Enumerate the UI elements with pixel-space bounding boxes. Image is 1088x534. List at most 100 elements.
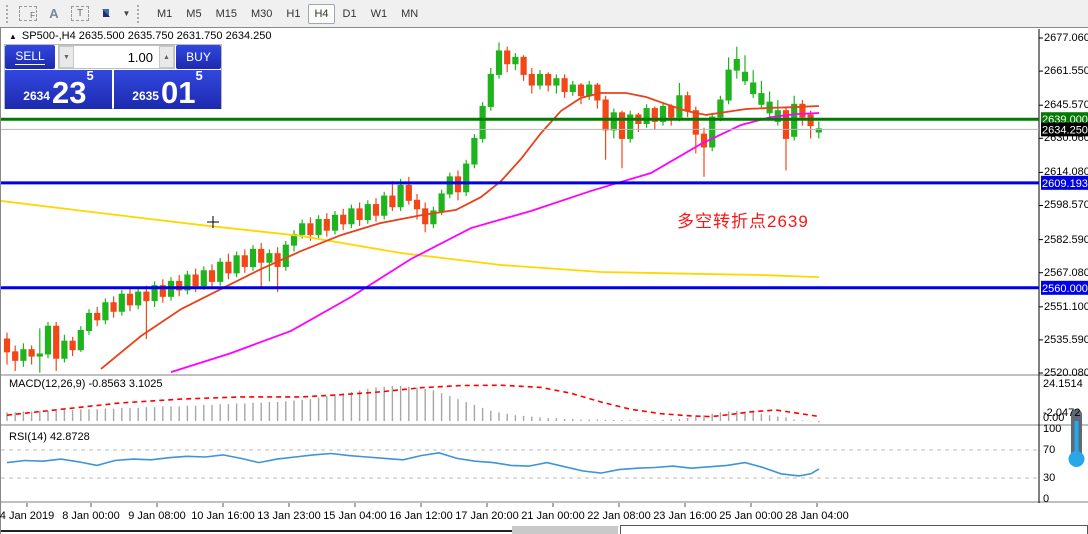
price-axis-label: 2551.100: [1044, 301, 1088, 313]
candle-body: [86, 313, 91, 330]
buy-price-big: 01: [161, 80, 195, 106]
rsi-axis-label: 30: [1043, 472, 1055, 484]
candle-body: [685, 96, 690, 111]
candle-body: [701, 134, 706, 147]
candle-body: [529, 74, 534, 85]
volume-input[interactable]: 1.00: [74, 46, 159, 68]
candle-body: [29, 350, 34, 356]
candle-body: [13, 352, 18, 361]
hscroll-thumb[interactable]: [512, 526, 618, 534]
candle-body: [759, 94, 764, 105]
price-axis-label: 2582.590: [1044, 234, 1088, 246]
chart-title-row: ▲ SP500-,H4 2635.500 2635.750 2631.750 2…: [9, 30, 271, 42]
candle-body: [619, 113, 624, 139]
macd-indicator-label: MACD(12,26,9) -0.8563 3.1025: [9, 378, 162, 390]
candle-body: [464, 164, 469, 192]
candle-body: [751, 83, 756, 94]
buy-button-label: BUY: [186, 50, 211, 64]
candle-body: [226, 262, 231, 273]
time-axis-label: 22 Jan 08:00: [587, 510, 651, 522]
candle-body: [513, 57, 518, 63]
candle-body: [308, 224, 313, 235]
candle-body: [414, 200, 419, 209]
mt4-trading-terminal: F A T ▼ M1M5M15M30H1H4D1W1MN 2639.000263…: [0, 0, 1088, 534]
candle-body: [54, 326, 59, 358]
price-axis-label: 2630.060: [1044, 132, 1088, 144]
candle-body: [406, 185, 411, 200]
chart-title: SP500-,H4 2635.500 2635.750 2631.750 263…: [22, 30, 272, 42]
sell-price-pip: 5: [86, 68, 93, 83]
candle-body: [373, 205, 378, 216]
sell-price-big: 23: [52, 80, 86, 106]
volume-decrease-button[interactable]: ▼: [59, 46, 74, 68]
ma-magenta-long: [171, 113, 819, 372]
candle-body: [423, 209, 428, 224]
candle-body: [127, 294, 132, 305]
time-axis-label: 23 Jan 16:00: [653, 510, 717, 522]
sell-button[interactable]: SELL: [5, 45, 55, 69]
candle-body: [677, 96, 682, 117]
buy-price-prefix: 2635: [132, 89, 159, 103]
candle-body: [21, 350, 26, 361]
candle-body: [111, 303, 116, 312]
candle-body: [554, 79, 559, 85]
candle-body: [726, 70, 731, 100]
time-axis-label: 13 Jan 23:00: [257, 510, 321, 522]
trade-panel-top-row: SELL ▼ 1.00 ▲ BUY: [5, 45, 221, 69]
buy-button[interactable]: BUY: [176, 45, 221, 69]
volume-increase-button[interactable]: ▲: [159, 46, 174, 68]
candle-body: [644, 109, 649, 124]
candle-body: [209, 271, 214, 282]
price-axis-label: 2645.570: [1044, 99, 1088, 111]
time-axis-label: 16 Jan 12:00: [389, 510, 453, 522]
candle-body: [390, 196, 395, 207]
price-axis-label: 2677.060: [1044, 32, 1088, 44]
buy-price-pip: 5: [195, 68, 202, 83]
candle-body: [267, 254, 272, 263]
buy-quote-button[interactable]: 2635 01 5: [114, 70, 221, 109]
price-axis-label: 2614.080: [1044, 166, 1088, 178]
candle-body: [505, 51, 510, 64]
candle-body: [365, 205, 370, 220]
panel-collapse-toggle[interactable]: ▲: [9, 32, 17, 41]
price-axis-label: 2535.590: [1044, 334, 1088, 346]
macd-axis-label: 24.1514: [1043, 378, 1083, 390]
candle-body: [332, 215, 337, 230]
candle-body: [349, 209, 354, 224]
candle-body: [488, 74, 493, 106]
sell-quote-button[interactable]: 2634 23 5: [5, 70, 112, 109]
hscroll-shift-area[interactable]: [620, 525, 1088, 534]
candle-body: [119, 294, 124, 311]
one-click-trade-panel: SELL ▼ 1.00 ▲ BUY 2634 23 5 2635: [4, 44, 222, 109]
price-axis-label: 2567.080: [1044, 267, 1088, 279]
time-axis-label: 28 Jan 04:00: [785, 510, 849, 522]
candle-body: [218, 262, 223, 281]
thermometer-bulb: [1069, 451, 1085, 467]
candle-body: [283, 245, 288, 266]
candle-body: [70, 341, 75, 350]
candle-body: [398, 185, 403, 206]
time-axis-label: 8 Jan 00:00: [62, 510, 120, 522]
candle-body: [521, 57, 526, 74]
price-axis-label: 2598.570: [1044, 199, 1088, 211]
chart-window: 2639.0002634.2502609.1932560.000 ▲ SP500…: [0, 27, 1088, 534]
candle-body: [546, 74, 551, 85]
trade-panel-quote-row: 2634 23 5 2635 01 5: [5, 70, 221, 109]
candle-body: [201, 271, 206, 286]
time-axis-label: 25 Jan 00:00: [719, 510, 783, 522]
candle-body: [734, 59, 739, 70]
candle-body: [603, 100, 608, 130]
candle-body: [669, 106, 674, 117]
rsi-indicator-label: RSI(14) 42.8728: [9, 431, 90, 443]
candle-body: [95, 313, 100, 319]
candle-body: [4, 339, 9, 352]
candle-body: [259, 249, 264, 262]
candle-body: [447, 177, 452, 194]
candle-body: [78, 330, 83, 349]
sell-price-prefix: 2634: [23, 89, 50, 103]
price-tag-text: 2609.193: [1042, 178, 1088, 190]
time-axis-label: 15 Jan 04:00: [323, 510, 387, 522]
candle-body: [693, 111, 698, 134]
candle-body: [316, 220, 321, 235]
time-axis-label: 10 Jan 16:00: [191, 510, 255, 522]
